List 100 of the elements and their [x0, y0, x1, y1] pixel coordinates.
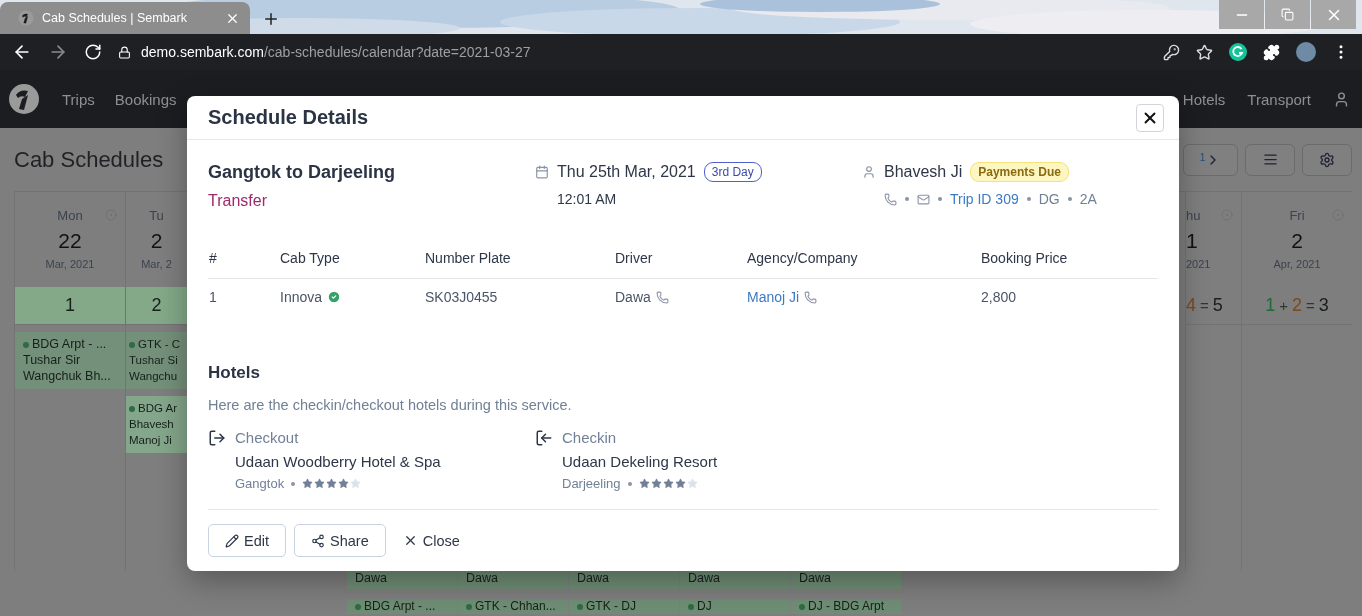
- route-title: Gangtok to Darjeeling: [208, 162, 397, 183]
- star-icon: [302, 478, 314, 489]
- day-summary: 1: [15, 287, 125, 325]
- driver-cell: Dawa: [458, 571, 569, 589]
- event-text: Bhavesh: [129, 417, 175, 432]
- extension-icon[interactable]: [1229, 43, 1247, 61]
- day-number: 2: [1291, 229, 1303, 253]
- table-cell: Innova: [280, 289, 323, 306]
- star-icon: [314, 478, 326, 489]
- day-name: hu: [1186, 208, 1201, 223]
- stay-label: Checkout: [235, 429, 300, 447]
- column-header: Driver: [614, 238, 746, 278]
- column-header: Booking Price: [980, 238, 1158, 278]
- mail-icon[interactable]: [917, 192, 930, 206]
- day-number: 22: [58, 229, 82, 253]
- user-icon: [862, 165, 876, 179]
- hotel-name: Udaan Dekeling Resort: [562, 453, 719, 470]
- event-text: GTK - C: [129, 336, 184, 352]
- day-number: 2: [150, 229, 163, 253]
- nav-link[interactable]: Bookings: [114, 90, 177, 108]
- share-button[interactable]: Share: [294, 524, 386, 557]
- day-name: Tu: [149, 208, 164, 223]
- event-text: Manoj Ji: [129, 433, 173, 448]
- service-time: 12:01 AM: [557, 191, 618, 207]
- driver-cell: Dawa: [791, 571, 902, 589]
- day-month: 2021: [1186, 258, 1211, 270]
- star-icon: [638, 478, 650, 489]
- nav-link[interactable]: Transport: [1247, 90, 1311, 108]
- star-icon: [686, 478, 698, 489]
- day-name: Fri: [1289, 208, 1305, 223]
- day-month: Apr, 2021: [1273, 258, 1321, 270]
- guest-name: Bhavesh Ji: [884, 163, 963, 181]
- agency-link[interactable]: Manoj Ji: [747, 289, 800, 306]
- column-header: Number Plate: [424, 238, 614, 278]
- event-text: Wangchu: [129, 369, 179, 384]
- column-header: Cab Type: [279, 238, 424, 278]
- phone-icon[interactable]: [655, 290, 669, 304]
- star-icon: [662, 478, 674, 489]
- tab-title: Cab Schedules | Sembark: [42, 11, 188, 25]
- settings-icon: [1319, 151, 1335, 168]
- day-summary: 4 = 5: [1186, 287, 1241, 325]
- trip-meta: DG: [1038, 191, 1060, 207]
- event-card[interactable]: GTK - Chhan...: [458, 599, 569, 614]
- table-cell: 1: [208, 278, 279, 316]
- driver-cell: Dawa: [569, 571, 680, 589]
- day-month: Mar, 2: [141, 258, 172, 270]
- event-card[interactable]: BDG Arpt - ... Tushar Sir Wangchuk Bh...: [15, 332, 125, 389]
- extensions-icon[interactable]: [1263, 43, 1280, 61]
- nav-link[interactable]: Trips: [62, 90, 95, 108]
- trip-meta: 2A: [1079, 191, 1097, 207]
- settings-button[interactable]: [1302, 143, 1352, 176]
- phone-icon[interactable]: [884, 192, 897, 206]
- star-icon: [338, 478, 350, 489]
- event-card[interactable]: GTK - C Tushar Si Wangchu: [126, 332, 187, 389]
- stay-label: Checkin: [562, 429, 618, 447]
- star-icon: [650, 478, 662, 489]
- event-card[interactable]: DJ - BDG Arpt: [791, 599, 902, 614]
- reload-icon[interactable]: [84, 43, 102, 61]
- restore-icon[interactable]: [1281, 8, 1294, 21]
- user-icon[interactable]: [1333, 90, 1350, 108]
- event-text: Tushar Si: [129, 353, 179, 368]
- list-view-button[interactable]: [1245, 143, 1295, 176]
- event-text: BDG Ar: [129, 400, 184, 416]
- day-summary: 2: [126, 287, 187, 325]
- new-tab-icon[interactable]: [262, 10, 280, 28]
- day-month: Mar, 2021: [45, 258, 95, 270]
- event-text: Wangchuk Bh...: [23, 368, 112, 384]
- trip-link[interactable]: Trip ID 309: [950, 191, 1019, 207]
- star-icon: [350, 478, 362, 489]
- table-cell: SK03J0455: [424, 278, 614, 316]
- pencil-icon: [225, 533, 239, 548]
- phone-icon[interactable]: [804, 290, 818, 304]
- event-card[interactable]: DJ: [680, 599, 791, 614]
- close-button[interactable]: [1136, 103, 1164, 132]
- payment-badge: Payments Due: [970, 162, 1069, 182]
- browser-tab[interactable]: Cab Schedules | Sembark: [0, 2, 250, 34]
- key-icon[interactable]: [1163, 43, 1180, 61]
- nav-link[interactable]: Hotels: [1182, 90, 1226, 108]
- day-badge: 3rd Day: [703, 162, 762, 182]
- day-summary: 1 + 2 = 3: [1242, 287, 1352, 325]
- hotel-city: Darjeeling: [562, 476, 621, 491]
- service-date: Thu 25th Mar, 2021: [557, 163, 696, 181]
- driver-cell: Dawa: [680, 571, 791, 589]
- hotel-city: Gangtok: [235, 476, 285, 491]
- day-name: Mon: [57, 208, 83, 223]
- event-text: Tushar Sir: [23, 352, 82, 368]
- profile-avatar[interactable]: [1296, 42, 1316, 62]
- event-card[interactable]: BDG Ar Bhavesh Manoj Ji: [126, 396, 187, 453]
- lock-icon: [118, 45, 131, 59]
- logo-icon: [8, 83, 40, 115]
- column-header: Agency/Company: [746, 238, 980, 278]
- event-card[interactable]: GTK - DJ: [569, 599, 680, 614]
- day-number: 1: [1186, 229, 1198, 253]
- edit-button[interactable]: Edit: [208, 524, 286, 557]
- driver-cell: Dawa: [347, 571, 458, 589]
- dialog-title: Schedule Details: [208, 106, 369, 129]
- service-type: Transfer: [208, 192, 268, 210]
- table-cell: 2,800: [980, 278, 1158, 316]
- star-icon[interactable]: [1196, 43, 1213, 61]
- event-card[interactable]: BDG Arpt - ...: [347, 599, 458, 614]
